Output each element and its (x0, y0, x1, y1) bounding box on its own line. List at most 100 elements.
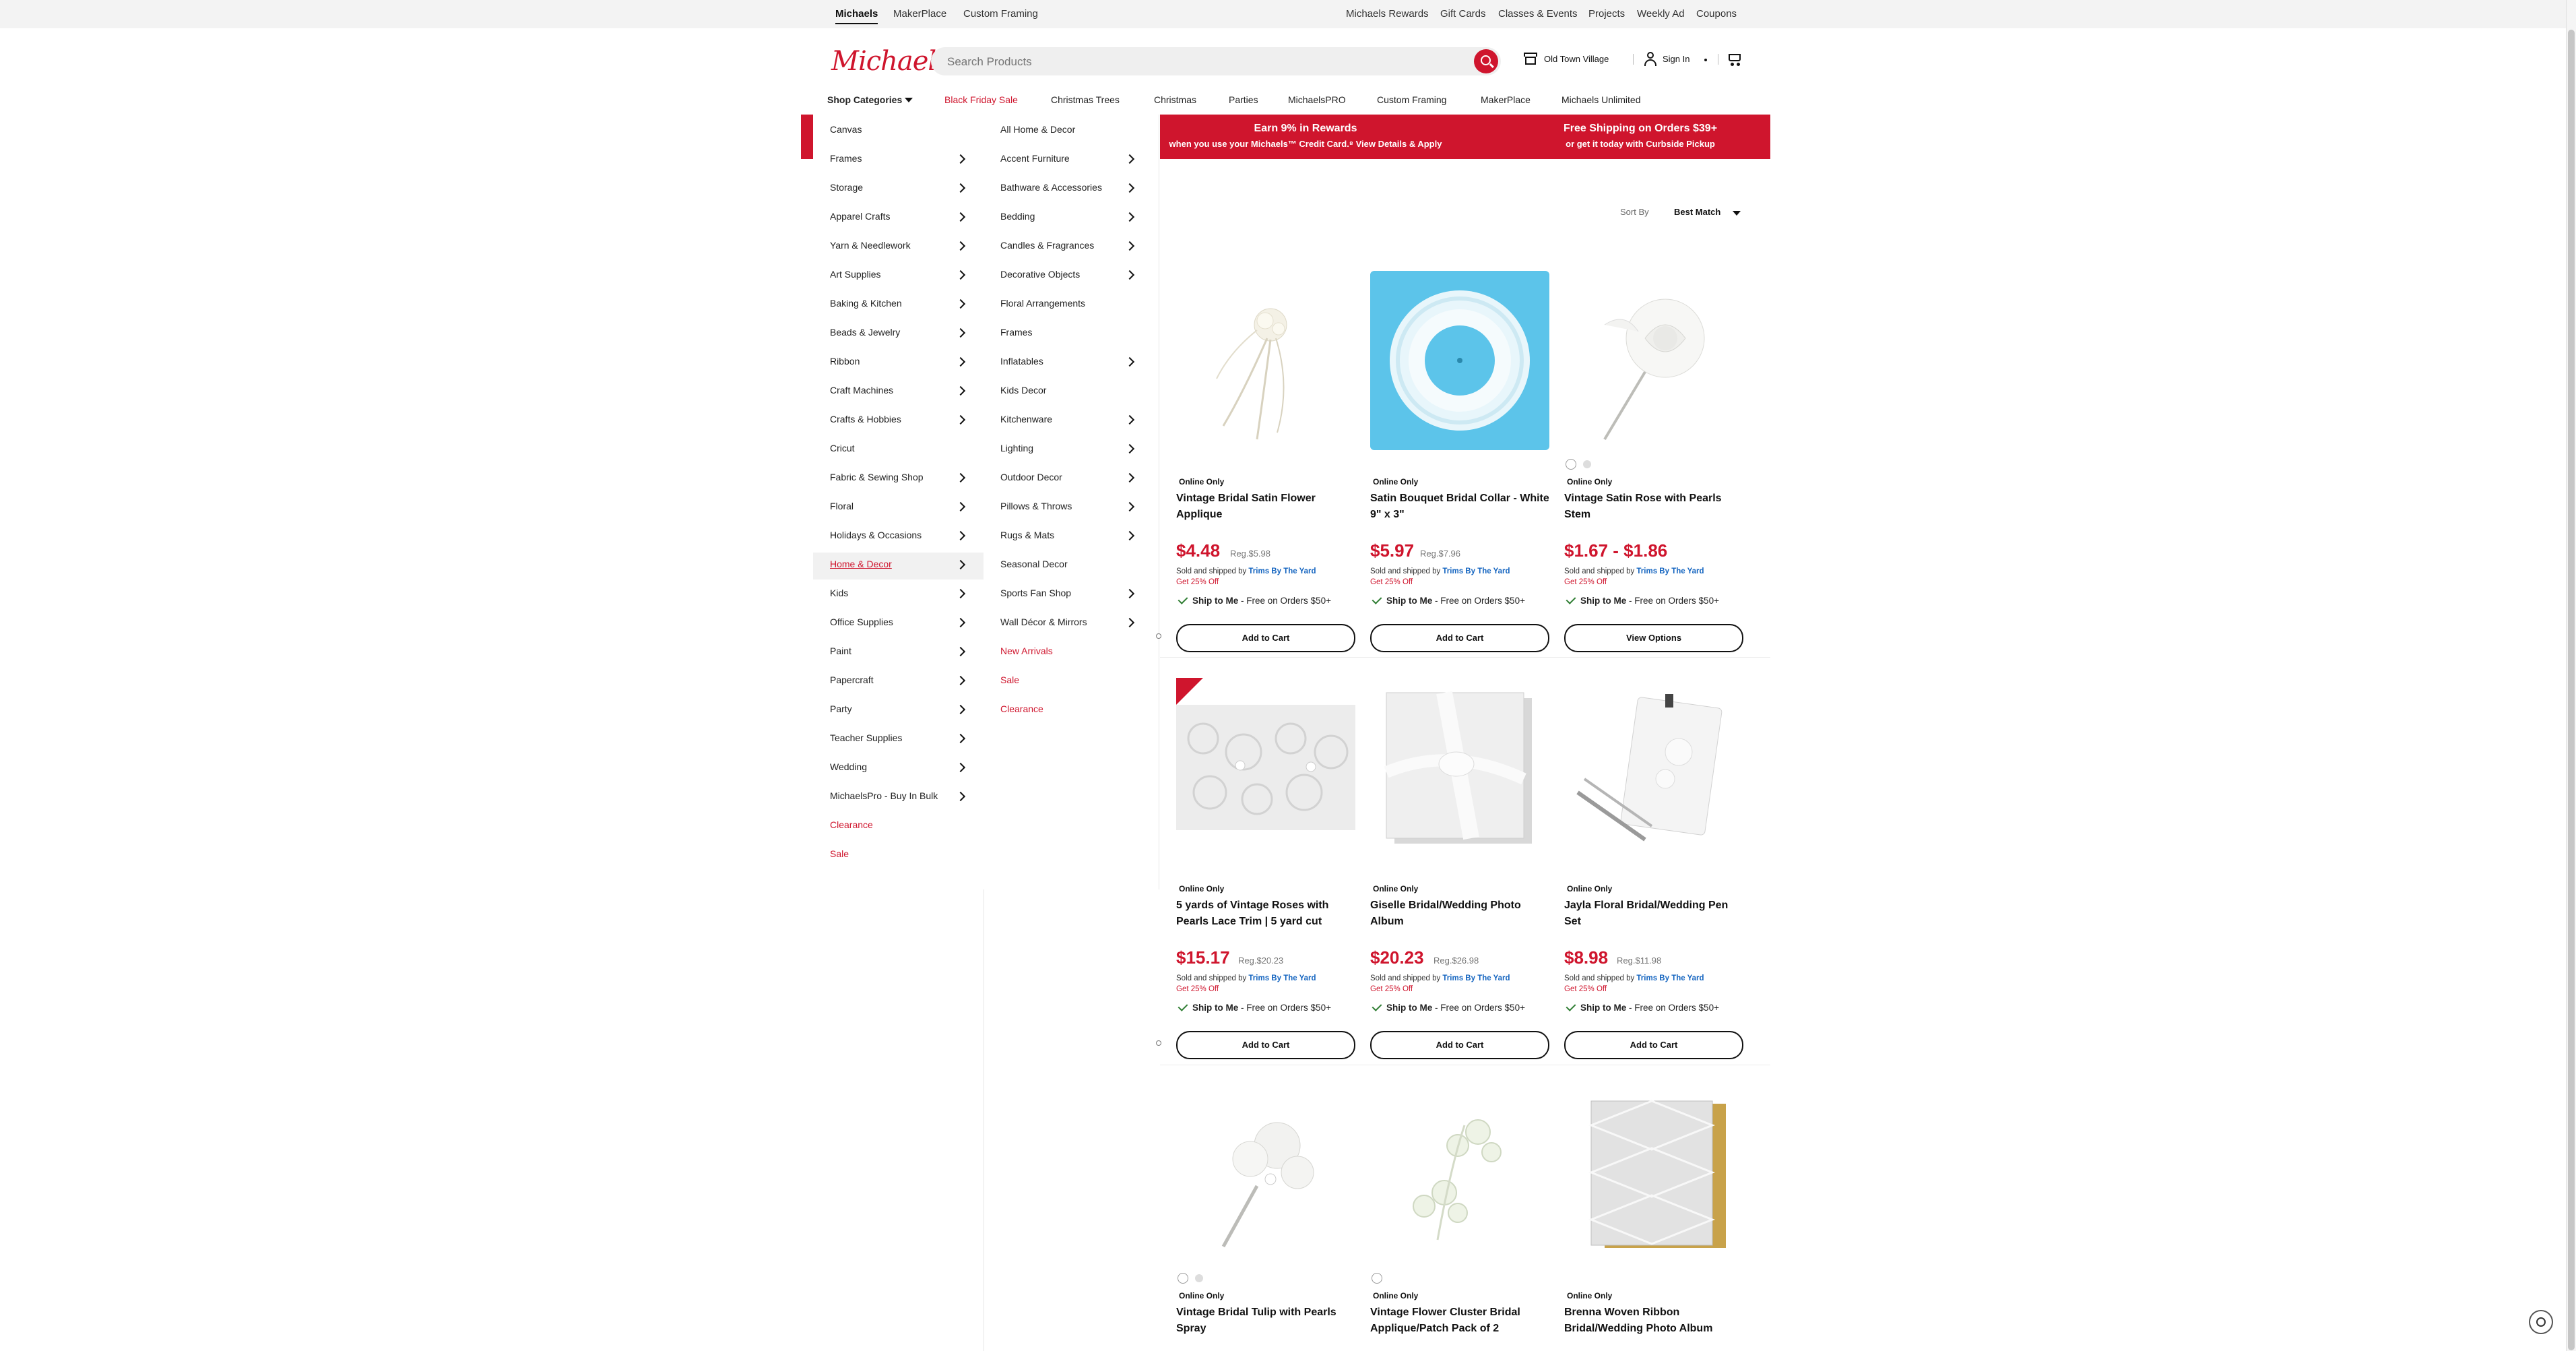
product-name[interactable]: Vintage Bridal Satin Flower Applique (1176, 491, 1355, 523)
product-name[interactable]: Giselle Bridal/Wedding Photo Album (1370, 898, 1549, 930)
menu-category-item[interactable]: Office Supplies (830, 617, 893, 627)
menu-subcategory-item[interactable]: Frames (1000, 327, 1032, 338)
menu-category-item[interactable]: Party (830, 703, 852, 714)
nav-parties[interactable]: Parties (1229, 94, 1258, 105)
seller-link[interactable]: Trims By The Yard (1442, 567, 1510, 575)
product-name[interactable]: Satin Bouquet Bridal Collar - White 9" x… (1370, 491, 1549, 523)
util-link-classes[interactable]: Classes & Events (1498, 0, 1578, 28)
product-name[interactable]: Vintage Bridal Tulip with Pearls Spray (1176, 1305, 1355, 1337)
util-link-custom-framing[interactable]: Custom Framing (963, 0, 1038, 28)
color-swatch[interactable] (1195, 1274, 1203, 1282)
product-name[interactable]: 5 yards of Vintage Roses with Pearls Lac… (1176, 898, 1355, 930)
menu-category-item[interactable]: Baking & Kitchen (830, 298, 902, 309)
menu-subcategory-item[interactable]: Sports Fan Shop (1000, 588, 1071, 598)
seller-link[interactable]: Trims By The Yard (1636, 567, 1704, 575)
menu-subcategory-item[interactable]: Accent Furniture (1000, 153, 1070, 164)
store-selector[interactable]: Old Town Village (1544, 54, 1609, 64)
menu-category-item[interactable]: Paint (830, 646, 851, 656)
menu-category-item[interactable]: Crafts & Hobbies (830, 414, 901, 425)
product-image-satin-rose[interactable] (1564, 271, 1743, 450)
seller-link[interactable]: Trims By The Yard (1442, 974, 1510, 982)
view-options-button[interactable]: View Options (1564, 624, 1743, 652)
menu-category-item[interactable]: Papercraft (830, 674, 874, 685)
add-to-cart-button[interactable]: Add to Cart (1564, 1031, 1743, 1059)
util-link-gift-cards[interactable]: Gift Cards (1440, 0, 1486, 28)
accessibility-icon[interactable] (2529, 1310, 2553, 1334)
color-swatch[interactable] (1178, 1273, 1188, 1284)
color-swatch[interactable] (1372, 1273, 1382, 1284)
util-link-makerplace[interactable]: MakerPlace (893, 0, 946, 28)
nav-christmas[interactable]: Christmas (1154, 94, 1196, 105)
menu-subcategory-item[interactable]: Floral Arrangements (1000, 298, 1085, 309)
nav-christmas-trees[interactable]: Christmas Trees (1051, 94, 1120, 105)
search-input[interactable] (946, 47, 1460, 77)
menu-category-item[interactable]: Cricut (830, 443, 855, 453)
product-name[interactable]: Vintage Satin Rose with Pearls Stem (1564, 491, 1743, 523)
add-to-cart-button[interactable]: Add to Cart (1370, 624, 1549, 652)
add-to-cart-button[interactable]: Add to Cart (1370, 1031, 1549, 1059)
seller-link[interactable]: Trims By The Yard (1636, 974, 1704, 982)
menu-category-item[interactable]: Apparel Crafts (830, 211, 890, 222)
menu-category-item[interactable]: Beads & Jewelry (830, 327, 900, 338)
menu-subcategory-item[interactable]: New Arrivals (1000, 646, 1053, 656)
menu-subcategory-item[interactable]: Sale (1000, 674, 1019, 685)
util-link-weekly-ad[interactable]: Weekly Ad (1637, 0, 1685, 28)
scrollbar[interactable] (2566, 0, 2576, 1351)
menu-subcategory-item[interactable]: Inflatables (1000, 356, 1043, 367)
util-link-projects[interactable]: Projects (1588, 0, 1625, 28)
nav-shop-categories[interactable]: Shop Categories (827, 94, 913, 105)
store-icon[interactable] (1524, 53, 1537, 65)
nav-black-friday[interactable]: Black Friday Sale (944, 94, 1018, 105)
menu-category-item[interactable]: Kids (830, 588, 848, 598)
menu-category-item[interactable]: Fabric & Sewing Shop (830, 472, 924, 482)
menu-subcategory-item[interactable]: Wall Décor & Mirrors (1000, 617, 1087, 627)
sign-in-link[interactable]: Sign In (1663, 54, 1689, 64)
menu-category-item[interactable]: Home & Decor (830, 559, 892, 569)
nav-makerplace[interactable]: MakerPlace (1481, 94, 1531, 105)
product-image-woven-album[interactable] (1564, 1085, 1743, 1264)
menu-category-item[interactable]: Yarn & Needlework (830, 240, 911, 251)
menu-subcategory-item[interactable]: Outdoor Decor (1000, 472, 1062, 482)
color-swatch[interactable] (1583, 460, 1591, 468)
menu-category-item[interactable]: Teacher Supplies (830, 732, 902, 743)
menu-category-item[interactable]: Art Supplies (830, 269, 880, 280)
rewards-subtitle[interactable]: when you use your Michaels™ Credit Card.… (1160, 139, 1451, 149)
menu-subcategory-item[interactable]: Rugs & Mats (1000, 530, 1054, 540)
menu-category-item[interactable]: Ribbon (830, 356, 860, 367)
menu-category-item[interactable]: Holidays & Occasions (830, 530, 922, 540)
promo-banner[interactable]: Earn 9% in Rewards when you use your Mic… (1160, 115, 1770, 159)
menu-subcategory-item[interactable]: Kitchenware (1000, 414, 1052, 425)
menu-category-item[interactable]: Sale (830, 848, 849, 859)
seller-link[interactable]: Trims By The Yard (1248, 974, 1316, 982)
scrollbar-thumb[interactable] (2568, 30, 2575, 1350)
menu-category-item[interactable]: Canvas (830, 124, 862, 135)
product-image-bouquet-collar[interactable] (1370, 271, 1549, 450)
util-link-coupons[interactable]: Coupons (1696, 0, 1737, 28)
search-button[interactable] (1474, 49, 1498, 73)
menu-subcategory-item[interactable]: Seasonal Decor (1000, 559, 1068, 569)
menu-category-item[interactable]: MichaelsPro - Buy In Bulk (830, 790, 938, 801)
menu-subcategory-item[interactable]: Clearance (1000, 703, 1043, 714)
menu-subcategory-item[interactable]: Bathware & Accessories (1000, 182, 1102, 193)
chevron-down-icon[interactable] (1733, 211, 1741, 216)
menu-category-item[interactable]: Floral (830, 501, 854, 511)
product-image-photo-album[interactable] (1370, 678, 1549, 857)
menu-subcategory-item[interactable]: Bedding (1000, 211, 1035, 222)
user-icon[interactable] (1644, 52, 1657, 67)
product-name[interactable]: Brenna Woven Ribbon Bridal/Wedding Photo… (1564, 1305, 1743, 1337)
nav-michaelspro[interactable]: MichaelsPRO (1288, 94, 1346, 105)
util-link-michaels[interactable]: Michaels (835, 0, 878, 28)
menu-subcategory-item[interactable]: Lighting (1000, 443, 1033, 453)
add-to-cart-button[interactable]: Add to Cart (1176, 1031, 1355, 1059)
menu-category-item[interactable]: Frames (830, 153, 862, 164)
carousel-dot-icon[interactable] (1156, 1040, 1161, 1046)
product-image-flower-applique[interactable] (1176, 271, 1355, 450)
menu-category-item[interactable]: Wedding (830, 761, 867, 772)
product-image-flower-cluster[interactable] (1370, 1085, 1549, 1264)
menu-category-item[interactable]: Storage (830, 182, 863, 193)
menu-category-item[interactable]: Craft Machines (830, 385, 893, 396)
menu-subcategory-item[interactable]: Candles & Fragrances (1000, 240, 1094, 251)
menu-category-item[interactable]: Clearance (830, 819, 873, 830)
util-link-rewards[interactable]: Michaels Rewards (1346, 0, 1429, 28)
account-dropdown-icon[interactable] (1704, 59, 1707, 61)
